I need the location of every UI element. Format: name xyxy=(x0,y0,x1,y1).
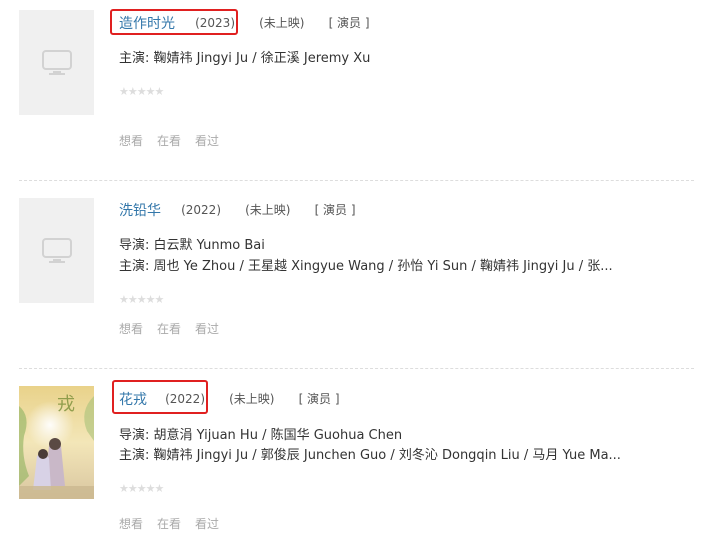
cast-line: 主演: 鞠婧祎 Jingyi Ju / 郭俊辰 Junchen Guo / 刘冬… xyxy=(119,448,621,463)
tv-icon xyxy=(42,238,72,263)
poster-placeholder[interactable] xyxy=(19,10,94,115)
action-links: 想看 在看 看过 xyxy=(119,132,233,149)
item-status: (未上映) xyxy=(245,203,291,217)
title-row: 洗铅华 (2022) (未上映) [ 演员 ] xyxy=(119,199,356,219)
item-year: (2022) xyxy=(165,391,205,406)
cast-line: 主演: 鞠婧祎 Jingyi Ju / 徐正溪 Jeremy Xu xyxy=(119,51,371,66)
want-to-watch-link[interactable]: 想看 xyxy=(119,134,143,148)
item-title-link[interactable]: 造作时光 xyxy=(119,13,175,33)
want-to-watch-link[interactable]: 想看 xyxy=(119,517,143,531)
watched-link[interactable]: 看过 xyxy=(195,322,219,336)
item-status: (未上映) xyxy=(229,392,275,406)
action-links: 想看 在看 看过 xyxy=(119,515,233,532)
want-to-watch-link[interactable]: 想看 xyxy=(119,322,143,336)
item-role: [ 演员 ] xyxy=(328,16,370,30)
director-line: 导演: 胡意涓 Yijuan Hu / 陈国华 Guohua Chen xyxy=(119,428,403,443)
item-title-link[interactable]: 洗铅华 xyxy=(119,200,161,220)
star-icon: ★ xyxy=(154,293,165,306)
rating-stars: ★★★★★ xyxy=(119,80,164,97)
poster-image[interactable]: 戎 xyxy=(19,386,94,499)
star-icon: ★ xyxy=(154,482,165,495)
rating-stars: ★★★★★ xyxy=(119,477,164,494)
title-row: 花戎 (2022) (未上映) [ 演员 ] xyxy=(119,388,340,408)
divider xyxy=(19,180,694,181)
item-status: (未上映) xyxy=(259,16,305,30)
item-year: (2023) xyxy=(195,15,235,30)
action-links: 想看 在看 看过 xyxy=(119,320,233,337)
item-role: [ 演员 ] xyxy=(298,392,340,406)
item-year: (2022) xyxy=(181,202,221,217)
item-title-link[interactable]: 花戎 xyxy=(119,389,147,409)
star-icon: ★ xyxy=(154,85,165,98)
watching-link[interactable]: 在看 xyxy=(157,134,181,148)
watching-link[interactable]: 在看 xyxy=(157,517,181,531)
svg-text:戎: 戎 xyxy=(57,394,75,415)
title-row: 造作时光 (2023) (未上映) [ 演员 ] xyxy=(119,12,370,32)
watched-link[interactable]: 看过 xyxy=(195,517,219,531)
poster-placeholder[interactable] xyxy=(19,198,94,303)
director-line: 导演: 白云默 Yunmo Bai xyxy=(119,238,265,253)
watching-link[interactable]: 在看 xyxy=(157,322,181,336)
cast-line: 主演: 周也 Ye Zhou / 王星越 Xingyue Wang / 孙怡 Y… xyxy=(119,259,613,274)
tv-icon xyxy=(42,50,72,75)
item-role: [ 演员 ] xyxy=(314,203,356,217)
watched-link[interactable]: 看过 xyxy=(195,134,219,148)
rating-stars: ★★★★★ xyxy=(119,288,164,305)
divider xyxy=(19,368,694,369)
